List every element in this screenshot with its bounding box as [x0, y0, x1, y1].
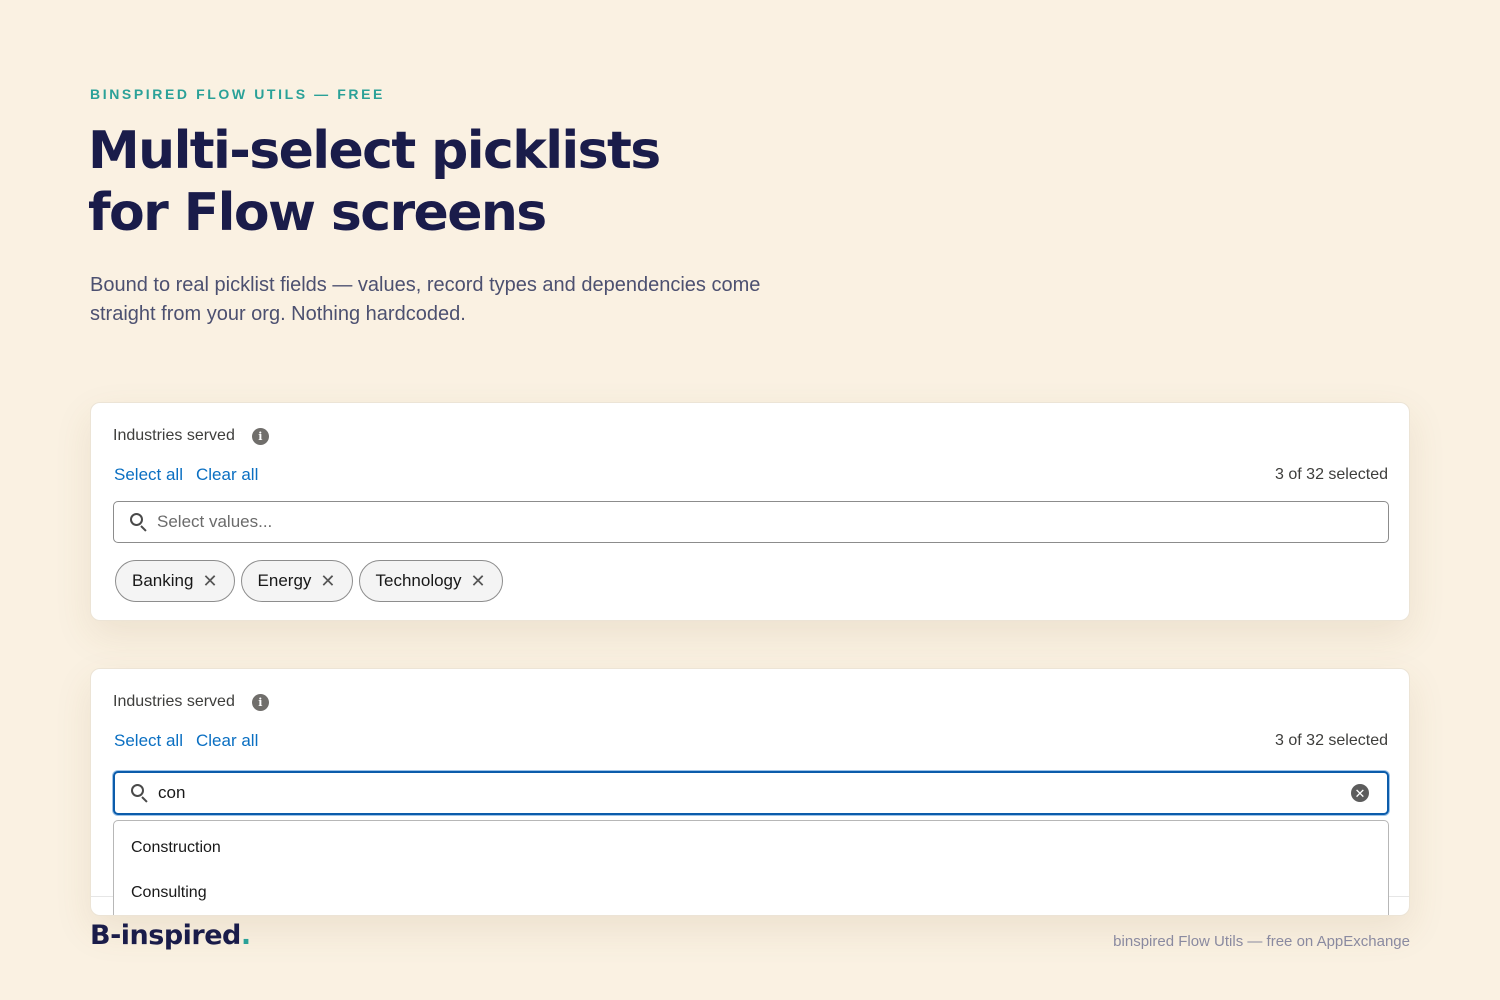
multiselect-card-searching: Industries served i Select all Clear all…: [90, 668, 1410, 916]
search-input[interactable]: [157, 502, 1388, 542]
bulk-actions: Select all Clear all: [114, 465, 258, 485]
pill-banking: Banking ✕: [115, 560, 235, 602]
page-title-line-2: for Flow screens: [88, 183, 547, 243]
pill-technology: Technology ✕: [358, 560, 503, 602]
page-subtitle-line-1: Bound to real picklist fields — values, …: [90, 274, 761, 296]
info-icon[interactable]: i: [251, 427, 269, 445]
select-all-link[interactable]: Select all: [114, 731, 183, 751]
page-title: Multi-select picklists for Flow screens: [88, 120, 848, 244]
option-construction[interactable]: Construction: [114, 825, 1388, 870]
close-icon[interactable]: ✕: [202, 572, 217, 590]
close-icon[interactable]: ✕: [320, 572, 335, 590]
clear-all-link[interactable]: Clear all: [196, 731, 258, 751]
multiselect-card-default: Industries served i Select all Clear all…: [90, 402, 1410, 621]
options-dropdown: Construction Consulting: [113, 820, 1389, 915]
pill-label: Banking: [132, 571, 194, 590]
close-icon[interactable]: ✕: [471, 572, 486, 590]
page-subtitle: Bound to real picklist fields — values, …: [90, 271, 850, 329]
brand-logo: B-inspired.: [90, 920, 251, 951]
page-title-line-1: Multi-select picklists: [88, 121, 661, 181]
field-label-row: Industries served i: [113, 693, 269, 711]
field-label: Industries served: [113, 427, 235, 444]
field-label: Industries served: [113, 693, 235, 710]
selection-count: 3 of 32 selected: [1275, 732, 1388, 749]
footer-tagline: binspired Flow Utils — free on AppExchan…: [1113, 933, 1410, 950]
select-all-link[interactable]: Select all: [114, 465, 183, 485]
pill-label: Technology: [375, 571, 462, 590]
clear-search-icon[interactable]: ✕: [1351, 784, 1369, 802]
page-subtitle-line-2: straight from your org. Nothing hardcode…: [90, 303, 466, 325]
search-combobox[interactable]: [113, 501, 1389, 543]
search-icon: [130, 513, 148, 532]
selection-count: 3 of 32 selected: [1275, 466, 1388, 483]
bulk-actions: Select all Clear all: [114, 731, 258, 751]
eyebrow-text: BINSPIRED FLOW UTILS — FREE: [90, 86, 385, 102]
search-combobox-focused[interactable]: ✕: [113, 771, 1389, 815]
pill-energy: Energy ✕: [240, 560, 353, 602]
info-icon[interactable]: i: [251, 693, 269, 711]
field-label-row: Industries served i: [113, 427, 269, 445]
pill-label: Energy: [257, 571, 312, 590]
logo-text: B-inspired: [90, 920, 241, 951]
selected-pills: Banking ✕ Energy ✕ Technology ✕: [115, 560, 503, 602]
logo-dot: .: [240, 920, 251, 951]
search-input[interactable]: [158, 773, 1351, 813]
option-consulting[interactable]: Consulting: [114, 870, 1388, 915]
search-icon: [131, 784, 149, 803]
clear-all-link[interactable]: Clear all: [196, 465, 258, 485]
